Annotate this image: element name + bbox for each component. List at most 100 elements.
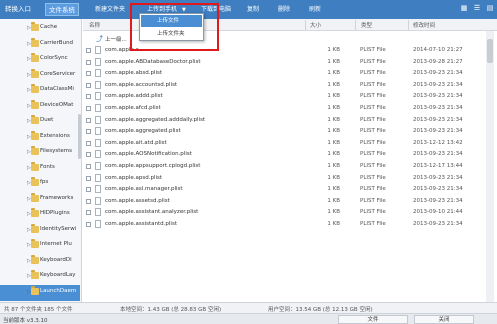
upload-dropdown-menu: 上传文件 上传文件夹	[139, 13, 204, 41]
file-type: PLIST File	[360, 70, 386, 77]
row-checkbox[interactable]	[86, 210, 91, 216]
folder-icon	[31, 239, 39, 248]
vertical-scrollbar[interactable]	[486, 31, 494, 302]
table-row[interactable]: com.apple.ABDatabaseDoctor.plist 1 KB PLIS…	[83, 57, 483, 69]
table-row[interactable]: com.apple.assistant.analyzer.plist 1 KB PL…	[83, 207, 483, 219]
table-row[interactable]: com.apple.assistantd.plist 1 KB PLIST File…	[83, 219, 483, 231]
row-checkbox[interactable]	[86, 222, 91, 227]
table-row[interactable]: com.apple.aggregated.adddaily.plist 1 KB P…	[83, 115, 483, 127]
row-checkbox[interactable]	[86, 164, 91, 169]
sidebar-item[interactable]: ▷ KeyboardDi	[0, 254, 80, 270]
folder-icon	[31, 53, 39, 62]
file-date: 2013-09-23 21:34	[413, 116, 463, 123]
sidebar-item[interactable]: ▷ Frameworks	[0, 192, 80, 208]
download-button[interactable]: 下载到电脑	[201, 3, 231, 16]
refresh-button[interactable]: 刷新	[309, 3, 321, 16]
file-name: com.apple.absd.plist	[105, 70, 163, 77]
tab-file-system[interactable]: 文件系统	[45, 3, 79, 16]
row-checkbox[interactable]	[86, 48, 91, 53]
sidebar-item[interactable]: ▷ Extensions	[0, 130, 80, 146]
grid-view-icon[interactable]: ▦	[459, 3, 469, 13]
table-row[interactable]: com.apple.accountsd.plist 1 KB PLIST File 2…	[83, 80, 483, 92]
status-bar: 共 87 个文件夹 185 个文件 本地空间：1.43 GB (总 28.83 …	[0, 302, 497, 313]
row-checkbox[interactable]	[86, 59, 91, 65]
folder-icon	[31, 37, 39, 47]
close-button[interactable]: 关闭	[414, 315, 474, 324]
tab-import[interactable]: 转换入口	[2, 3, 34, 16]
sidebar-item[interactable]: ▷ Filesystems	[0, 145, 80, 161]
sidebar-item[interactable]: ▷ Cache	[0, 21, 80, 37]
table-row[interactable]: com.apple.assetsd.plist 1 KB PLIST File 201…	[83, 196, 483, 208]
table-row[interactable]: com.apple.afcd.plist 1 KB PLIST File 2013-0…	[83, 103, 483, 115]
file-size: 1 KB	[327, 163, 340, 169]
status-user-space: 用户空间：13.54 GB (总 12.13 GB 空闲)	[268, 307, 373, 313]
sidebar-item[interactable]: ▷ ColorSync	[0, 52, 80, 68]
new-folder-button[interactable]: 新建文件夹	[95, 3, 125, 16]
row-checkbox[interactable]	[86, 82, 91, 88]
file-icon	[95, 57, 101, 66]
table-row[interactable]: com.apple.asl.manager.plist 1 KB PLIST Fil…	[83, 184, 483, 196]
sidebar-item[interactable]: ▷ CoreServicer	[0, 68, 80, 84]
copy-button[interactable]: 复制	[247, 3, 259, 16]
scroll-thumb[interactable]	[487, 39, 493, 63]
sidebar-item[interactable]: ▷ LaunchDaem	[0, 284, 80, 301]
table-row[interactable]: com.apple.absd.plist 1 KB PLIST File 2013-0…	[83, 68, 483, 80]
file-size: 1 KB	[327, 58, 340, 65]
file-icon	[95, 196, 101, 205]
column-type[interactable]: 类型	[361, 21, 372, 29]
file-icon	[95, 46, 101, 54]
table-row[interactable]: com.apple.ait.atd.plist 1 KB PLIST File 201…	[83, 138, 483, 150]
sidebar-item[interactable]: ▷ IdentitySerwi	[0, 223, 80, 239]
file-icon	[95, 115, 101, 124]
row-checkbox[interactable]	[86, 152, 91, 158]
file-date: 2013-12-12 13:42	[413, 139, 463, 146]
row-checkbox[interactable]	[86, 117, 91, 123]
row-checkbox[interactable]	[86, 187, 91, 193]
row-checkbox[interactable]	[86, 71, 91, 77]
column-size[interactable]: 大小	[310, 21, 321, 29]
table-row[interactable]: com.apple.AOSNotification.plist 1 KB PLIST…	[83, 149, 483, 161]
table-row[interactable]: com.apple.appsupport.cplogd.plist 1 KB PLI…	[83, 161, 483, 173]
parent-folder-label: 上一级...	[105, 37, 127, 43]
file-size: 1 KB	[327, 151, 340, 158]
file-button[interactable]: 文件	[338, 315, 408, 324]
file-size: 1 KB	[327, 93, 340, 100]
sidebar-item[interactable]: ▷ HIDPlugins	[0, 207, 80, 223]
sidebar-item[interactable]: ▷ Duet	[0, 114, 80, 130]
sidebar-item-label: Internet Plu	[40, 241, 72, 247]
delete-button[interactable]: 删除	[278, 3, 290, 16]
upload-folder-option[interactable]: 上传文件夹	[141, 28, 202, 40]
more-icon[interactable]: ▤	[485, 3, 495, 13]
sidebar-item[interactable]: ▷ Fonts	[0, 161, 80, 177]
row-checkbox[interactable]	[86, 175, 91, 181]
sidebar-item-label: Cache	[40, 24, 58, 30]
sidebar-item-label: CoreServicer	[40, 70, 76, 77]
sidebar-scrollbar[interactable]	[78, 114, 81, 159]
table-row[interactable]: com.apple.a... 1 KB PLIST File 2014-07-10 2…	[83, 45, 483, 57]
row-checkbox[interactable]	[86, 106, 91, 111]
status-local-space: 本地空间：1.43 GB (总 28.83 GB 空闲)	[120, 307, 222, 313]
sidebar-item-label: HIDPlugins	[40, 210, 70, 216]
sidebar-item[interactable]: ▷ DataClassMi	[0, 83, 80, 99]
sidebar-item[interactable]: ▷ Internet Plu	[0, 238, 80, 254]
sidebar-item[interactable]: ▷ KeyboardLay	[0, 269, 80, 285]
sidebar-item[interactable]: ▷ fps	[0, 176, 80, 192]
table-row[interactable]: com.apple.addd.plist 1 KB PLIST File 2013-0…	[83, 91, 483, 103]
upload-file-option[interactable]: 上传文件	[141, 15, 202, 27]
column-name[interactable]: 名称	[89, 21, 100, 29]
row-checkbox[interactable]	[86, 140, 91, 146]
table-row[interactable]: com.apple.apsd.plist 1 KB PLIST File 2013-0…	[83, 173, 483, 185]
file-type: PLIST File	[360, 47, 386, 53]
sidebar-item-label: DataClassMi	[40, 86, 74, 92]
file-date: 2013-09-23 21:34	[413, 81, 463, 88]
column-date[interactable]: 修改时间	[413, 21, 435, 29]
table-row[interactable]: com.apple.aggregated.plist 1 KB PLIST File…	[83, 126, 483, 138]
sidebar-item[interactable]: ▷ DeviceOMat	[0, 99, 80, 115]
list-view-icon[interactable]: ☰	[472, 3, 482, 13]
file-name: com.apple.assetsd.plist	[105, 197, 170, 204]
row-checkbox[interactable]	[86, 94, 91, 100]
sidebar-item[interactable]: ▷ CarrierBund	[0, 37, 80, 53]
row-checkbox[interactable]	[86, 129, 91, 135]
folder-tree: ▷ Cache ▷ CarrierBund ▷ ColorSync ▷ CoreService…	[0, 19, 82, 302]
row-checkbox[interactable]	[86, 198, 91, 204]
